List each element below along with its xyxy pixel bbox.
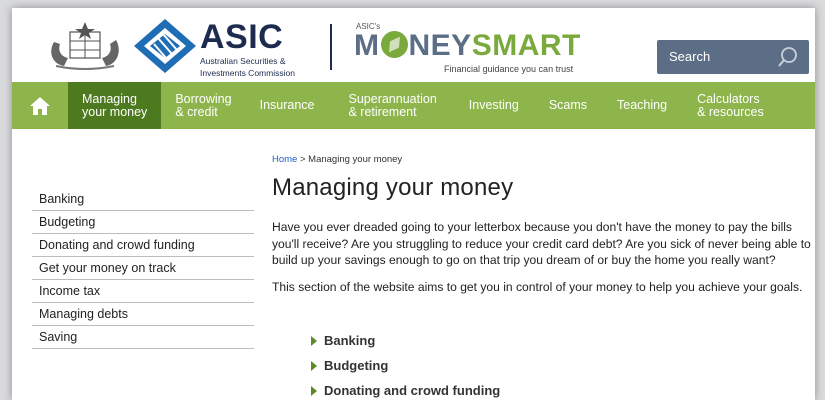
nav-label-line1: Calculators [697, 91, 760, 106]
aim-paragraph: This section of the website aims to get … [272, 280, 803, 294]
breadcrumb-home-link[interactable]: Home [272, 154, 297, 165]
section-link-budgeting[interactable]: Budgeting [311, 353, 500, 378]
header-divider [330, 24, 332, 70]
home-button[interactable] [12, 82, 68, 129]
nav-label: Teaching [617, 98, 668, 112]
nav-label: Investing [468, 98, 519, 112]
search-input[interactable]: Search [657, 40, 809, 74]
sidebar-item-income-tax[interactable]: Income tax [32, 280, 254, 303]
asic-subtitle-1: Australian Securities & [200, 56, 286, 66]
nav-label-line2: & resources [697, 104, 764, 119]
nav-label-line2: & retirement [348, 104, 417, 119]
nav-managing-your-money[interactable]: Managing your money [68, 82, 162, 129]
nav-superannuation-retirement[interactable]: Superannuation & retirement [329, 82, 457, 129]
moneysmart-logo[interactable]: M NEYSMART [354, 30, 581, 62]
nav-label: Scams [548, 98, 588, 112]
section-link-label: Donating and crowd funding [324, 383, 501, 398]
sidebar-item-label: Banking [39, 192, 85, 206]
section-link-label: Banking [324, 333, 376, 348]
nav-calculators-resources[interactable]: Calculators & resources [681, 82, 778, 129]
breadcrumb-current: Managing your money [308, 154, 403, 165]
arrow-right-icon [311, 385, 317, 396]
nav-label-line1: Managing [82, 91, 137, 106]
breadcrumb-separator: > [297, 154, 309, 165]
nav-label-line1: Borrowing [175, 91, 232, 106]
nav-insurance[interactable]: Insurance [246, 82, 329, 129]
moneysmart-m: M [354, 29, 380, 62]
site-header: ASIC Australian Securities & Investments… [12, 8, 815, 82]
nav-label-line1: Superannuation [348, 91, 437, 106]
nav-label-line2: & credit [175, 104, 218, 119]
section-link-donating[interactable]: Donating and crowd funding [311, 378, 500, 400]
moneysmart-smart: SMART [471, 29, 581, 62]
nav-borrowing-credit[interactable]: Borrowing & credit [161, 82, 245, 129]
coat-of-arms-icon [51, 22, 119, 70]
asic-wordmark: ASIC Australian Securities & Investments… [200, 20, 295, 78]
moneysmart-ney: NEY [408, 29, 472, 62]
sidebar-item-banking[interactable]: Banking [32, 188, 254, 211]
asic-diamond-logo [134, 19, 196, 73]
sidebar-item-donating[interactable]: Donating and crowd funding [32, 234, 254, 257]
section-link-list: Banking Budgeting Donating and crowd fun… [311, 328, 500, 400]
intro-paragraph: Have you ever dreaded going to your lett… [272, 220, 811, 267]
home-icon [30, 96, 50, 115]
sidebar-item-label: Saving [39, 330, 78, 344]
sidebar-item-label: Income tax [39, 284, 101, 298]
section-link-banking[interactable]: Banking [311, 328, 500, 353]
sidebar-item-label: Budgeting [39, 215, 96, 229]
compass-icon [380, 31, 408, 58]
sidebar-nav: Banking Budgeting Donating and crowd fun… [32, 188, 254, 349]
sidebar-item-managing-debts[interactable]: Managing debts [32, 303, 254, 326]
sidebar-item-label: Get your money on track [39, 261, 176, 275]
nav-scams[interactable]: Scams [533, 82, 601, 129]
search-icon[interactable] [777, 46, 799, 68]
sidebar-item-money-on-track[interactable]: Get your money on track [32, 257, 254, 280]
sidebar-item-budgeting[interactable]: Budgeting [32, 211, 254, 234]
sidebar-item-label: Donating and crowd funding [39, 238, 195, 252]
arrow-right-icon [311, 335, 317, 346]
asic-name: ASIC [200, 18, 284, 56]
nav-label: Insurance [259, 98, 315, 112]
browser-page: ASIC Australian Securities & Investments… [12, 8, 815, 400]
moneysmart-tagline: Financial guidance you can trust [444, 64, 574, 74]
breadcrumb: Home > Managing your money [272, 154, 402, 165]
main-nav: Managing your money Borrowing & credit Ins… [12, 82, 815, 129]
section-link-label: Budgeting [324, 358, 389, 373]
page-title: Managing your money [272, 174, 514, 201]
nav-label-line2: your money [82, 104, 148, 119]
search-placeholder: Search [669, 49, 711, 64]
sidebar-item-saving[interactable]: Saving [32, 326, 254, 349]
arrow-right-icon [311, 360, 317, 371]
asic-subtitle-2: Investments Commission [200, 68, 295, 78]
sidebar-item-label: Managing debts [39, 307, 128, 321]
nav-teaching[interactable]: Teaching [601, 82, 681, 129]
nav-investing[interactable]: Investing [457, 82, 533, 129]
